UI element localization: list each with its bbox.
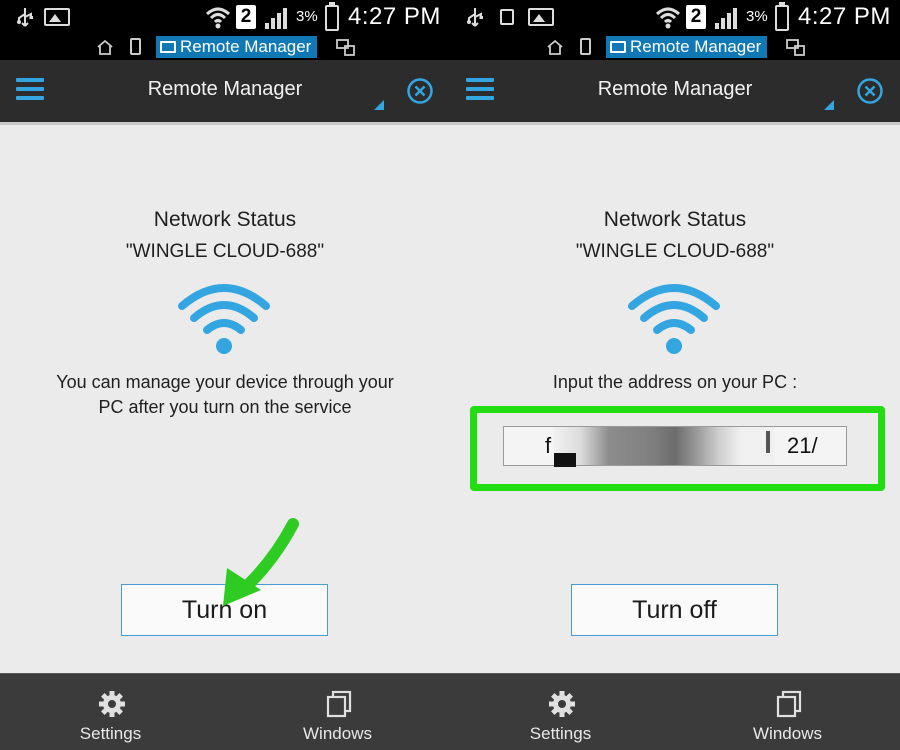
service-description: You can manage your device through your … bbox=[20, 370, 430, 420]
redacted-address bbox=[554, 427, 774, 465]
app-bar: Remote Manager bbox=[0, 60, 450, 122]
screen-cast-icon bbox=[336, 39, 355, 56]
close-icon[interactable] bbox=[856, 77, 884, 105]
home-icon bbox=[97, 39, 113, 55]
cell-signal-icon bbox=[265, 8, 287, 29]
tab-settings[interactable]: Settings bbox=[0, 674, 225, 750]
sim-card-icon bbox=[500, 9, 514, 25]
wifi-icon bbox=[628, 284, 720, 354]
battery-percent: 3% bbox=[296, 8, 318, 25]
address-text-end: 21/ bbox=[787, 433, 818, 458]
usb-icon bbox=[17, 8, 33, 27]
remote-manager-notification[interactable]: Remote Manager bbox=[156, 36, 318, 58]
bottom-nav: Settings Windows bbox=[450, 673, 900, 750]
sim-slot-badge: 2 bbox=[236, 5, 256, 29]
right-screen: 2 3% 4:27 PM Remote Manager Remote Manag… bbox=[450, 0, 900, 750]
clock: 4:27 PM bbox=[798, 3, 891, 30]
app-bar: Remote Manager bbox=[450, 60, 900, 122]
network-status-title: Network Status bbox=[603, 208, 747, 231]
dropdown-corner-icon[interactable] bbox=[824, 100, 834, 110]
notification-strip: Remote Manager bbox=[450, 34, 900, 60]
tab-settings[interactable]: Settings bbox=[450, 674, 675, 750]
app-title: Remote Manager bbox=[147, 78, 303, 100]
tab-label: Windows bbox=[303, 724, 372, 743]
phone-icon bbox=[130, 38, 141, 55]
app-title: Remote Manager bbox=[597, 78, 753, 100]
monitor-icon bbox=[610, 41, 626, 53]
description-line: PC after you turn on the service bbox=[98, 397, 352, 417]
notification-strip: Remote Manager bbox=[0, 34, 450, 60]
redacted-mark bbox=[554, 453, 576, 467]
phone-icon bbox=[580, 38, 591, 55]
description-line: You can manage your device through your bbox=[56, 372, 394, 392]
tab-windows[interactable]: Windows bbox=[225, 674, 450, 750]
close-icon[interactable] bbox=[406, 77, 434, 105]
bottom-nav: Settings Windows bbox=[0, 673, 450, 750]
gear-icon bbox=[549, 691, 575, 717]
address-instruction: Input the address on your PC : bbox=[552, 372, 798, 392]
windows-icon bbox=[326, 690, 352, 718]
address-field[interactable]: f 21/ bbox=[503, 426, 847, 467]
network-status-title: Network Status bbox=[153, 208, 297, 231]
tab-label: Settings bbox=[79, 724, 142, 743]
wifi-signal-icon bbox=[655, 7, 681, 29]
notification-app-label: Remote Manager bbox=[630, 37, 762, 56]
notification-app-label: Remote Manager bbox=[180, 37, 312, 56]
status-bar: 2 3% 4:27 PM bbox=[450, 0, 900, 34]
turn-off-button[interactable]: Turn off bbox=[571, 584, 778, 636]
cell-signal-icon bbox=[715, 8, 737, 29]
clock: 4:27 PM bbox=[348, 3, 441, 30]
usb-icon bbox=[467, 8, 483, 27]
image-icon bbox=[528, 8, 554, 26]
screen-cast-icon bbox=[786, 39, 805, 56]
battery-charging-icon bbox=[325, 2, 339, 31]
address-text-start: f bbox=[545, 433, 552, 458]
monitor-icon bbox=[160, 41, 176, 53]
divider bbox=[450, 122, 900, 125]
tab-windows[interactable]: Windows bbox=[675, 674, 900, 750]
network-ssid: "WINGLE CLOUD-688" bbox=[125, 241, 325, 262]
home-icon bbox=[547, 39, 563, 55]
tab-label: Settings bbox=[529, 724, 592, 743]
dropdown-corner-icon[interactable] bbox=[374, 100, 384, 110]
image-icon bbox=[44, 8, 70, 26]
tab-label: Windows bbox=[753, 724, 822, 743]
windows-icon bbox=[776, 690, 802, 718]
network-ssid: "WINGLE CLOUD-688" bbox=[575, 241, 775, 262]
redacted-mark bbox=[766, 431, 770, 453]
wifi-signal-icon bbox=[205, 7, 231, 29]
wifi-icon bbox=[178, 284, 270, 354]
divider bbox=[0, 122, 450, 125]
battery-charging-icon bbox=[775, 2, 789, 31]
pointer-arrow-icon bbox=[223, 518, 299, 606]
battery-percent: 3% bbox=[746, 8, 768, 25]
sim-slot-badge: 2 bbox=[686, 5, 706, 29]
remote-manager-notification[interactable]: Remote Manager bbox=[606, 36, 768, 58]
left-screen: 2 3% 4:27 PM Remote Manager Remote Manag… bbox=[0, 0, 450, 750]
status-bar: 2 3% 4:27 PM bbox=[0, 0, 450, 34]
gear-icon bbox=[99, 691, 125, 717]
